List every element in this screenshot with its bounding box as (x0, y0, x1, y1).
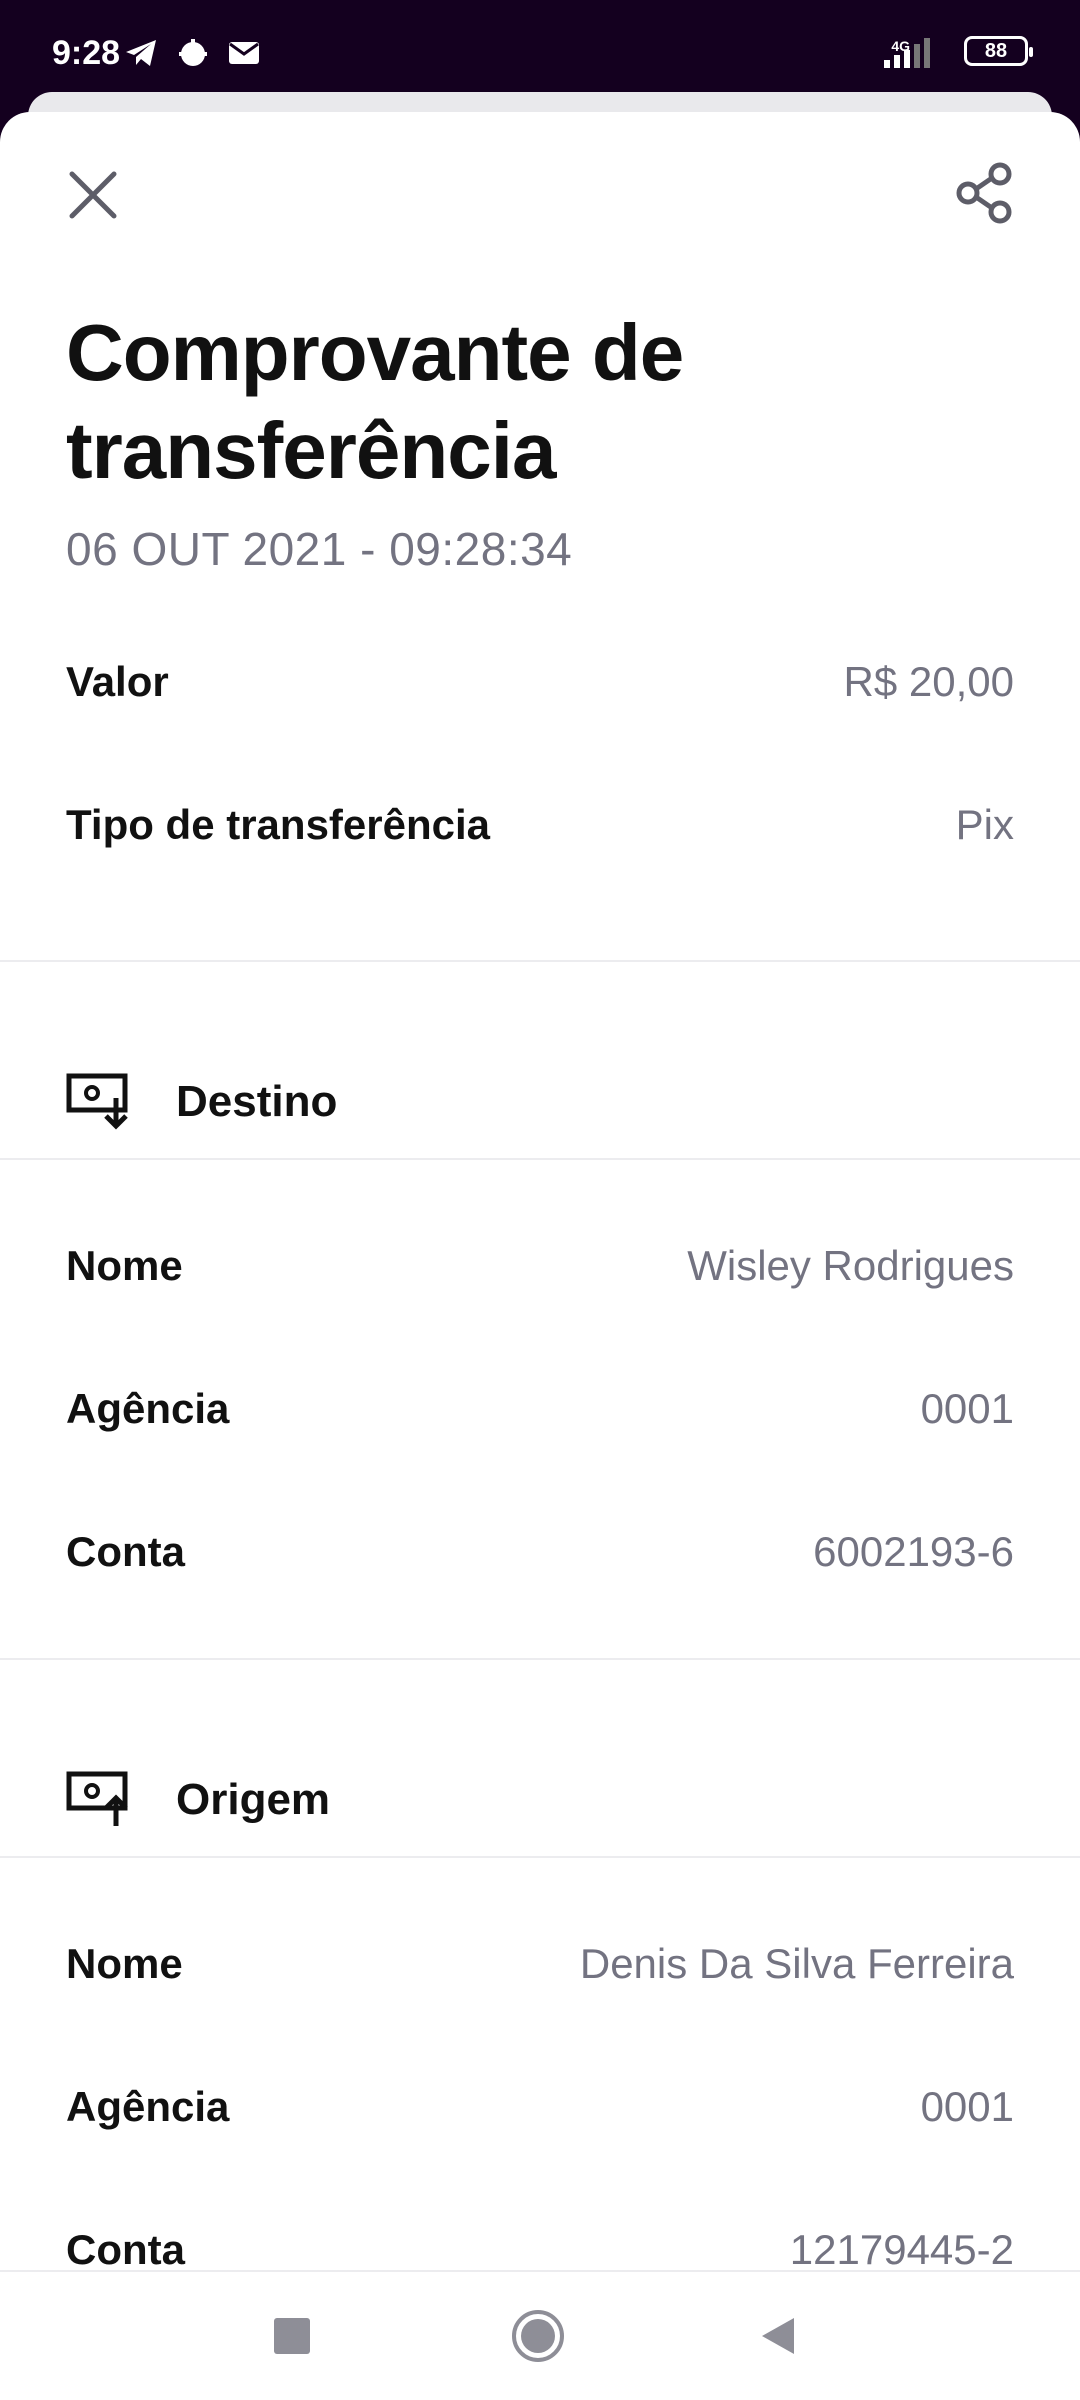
row-origem-conta: Conta 12179445-2 (66, 2220, 1014, 2270)
row-value: 0001 (920, 1385, 1014, 1432)
divider (0, 1856, 1080, 1858)
row-label: Nome (66, 1242, 183, 1289)
share-icon[interactable] (952, 160, 1018, 226)
system-nav-bar (0, 2270, 1080, 2400)
status-system-icons: 88 (878, 34, 1033, 68)
row-value: Pix (955, 801, 1014, 848)
recents-button[interactable] (274, 2318, 310, 2354)
row-label: Nome (66, 1940, 183, 1987)
row-label: Tipo de transferência (66, 801, 491, 848)
close-icon[interactable] (62, 164, 124, 226)
row-value: Wisley Rodrigues (687, 1242, 1014, 1289)
section-destino: Destino (66, 1062, 1014, 1142)
row-value: R$ 20,00 (843, 658, 1014, 705)
row-label: Valor (66, 658, 169, 705)
mail-icon (229, 42, 259, 64)
battery-icon: 88 (964, 36, 1033, 66)
bug-icon (179, 39, 207, 66)
back-button[interactable] (758, 2314, 798, 2358)
row-label: Agência (66, 2083, 230, 2130)
top-bar (0, 112, 1080, 272)
status-time: 9:28 (52, 34, 121, 72)
section-title: Origem (176, 1775, 331, 1824)
money-in-icon (66, 1073, 128, 1130)
telegram-icon (126, 40, 156, 66)
row-destino-agencia: Agência 0001 (66, 1379, 1014, 1439)
money-out-icon (66, 1771, 128, 1826)
row-label: Conta (66, 1528, 185, 1575)
row-value: 6002193-6 (813, 1528, 1014, 1575)
divider (0, 960, 1080, 962)
divider (0, 1658, 1080, 1660)
signal-icon (884, 38, 930, 68)
row-origem-nome: Nome Denis Da Silva Ferreira (66, 1934, 1014, 1994)
row-label: Conta (66, 2226, 185, 2270)
row-label: Agência (66, 1385, 230, 1432)
row-value: 0001 (920, 2083, 1014, 2130)
home-button[interactable] (510, 2308, 566, 2364)
row-destino-conta: Conta 6002193-6 (66, 1522, 1014, 1582)
divider (0, 1158, 1080, 1160)
transfer-datetime: 06 OUT 2021 - 09:28:34 (66, 523, 573, 575)
receipt-sheet: Comprovante de transferência 06 OUT 2021… (0, 112, 1080, 2270)
page-title: Comprovante de transferência (66, 308, 684, 495)
row-valor: Valor R$ 20,00 (66, 652, 1014, 712)
row-origem-agencia: Agência 0001 (66, 2077, 1014, 2137)
status-notification-icons (124, 36, 260, 70)
row-value: 12179445-2 (789, 2226, 1014, 2270)
row-destino-nome: Nome Wisley Rodrigues (66, 1236, 1014, 1296)
row-tipo-transferencia: Tipo de transferência Pix (66, 795, 1014, 855)
section-title: Destino (176, 1077, 338, 1126)
section-origem: Origem (66, 1760, 1014, 1840)
row-value: Denis Da Silva Ferreira (579, 1940, 1014, 1987)
